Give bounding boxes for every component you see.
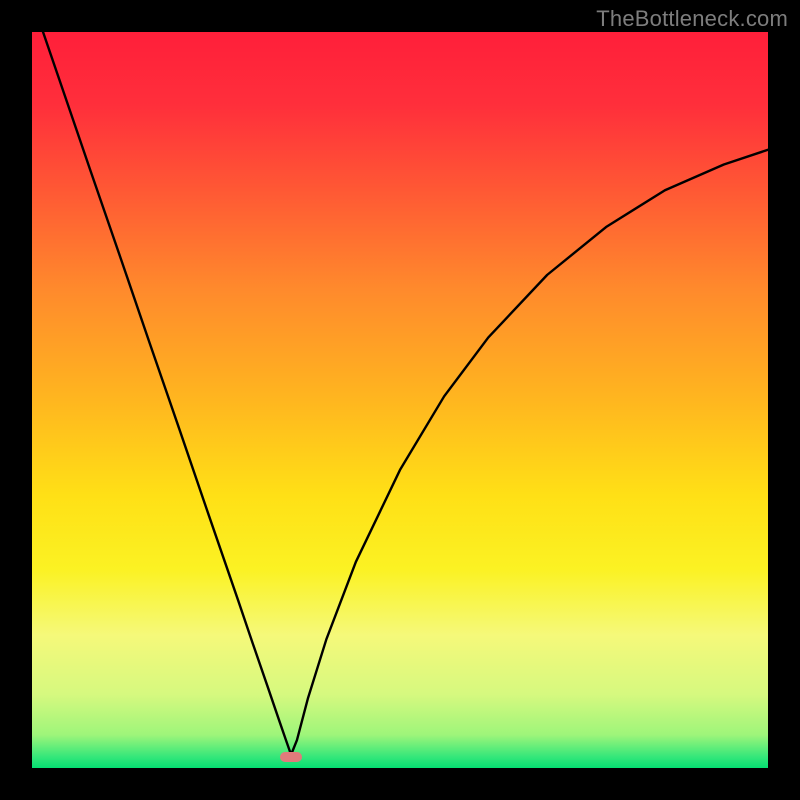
watermark-text: TheBottleneck.com [596,6,788,32]
minimum-marker [280,752,302,762]
chart-frame: TheBottleneck.com [0,0,800,800]
bottleneck-curve [32,32,768,768]
plot-area [32,32,768,768]
